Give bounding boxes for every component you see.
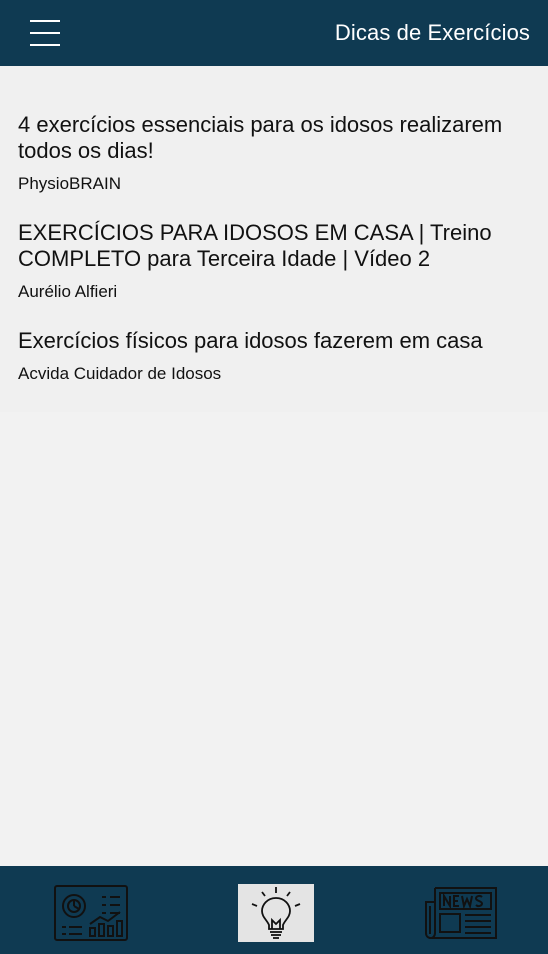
list-item[interactable]: EXERCÍCIOS PARA IDOSOS EM CASA | Treino … <box>18 220 548 302</box>
lightbulb-icon <box>251 887 301 939</box>
video-list: 4 exercícios essenciais para os idosos r… <box>0 66 548 412</box>
item-author: Aurélio Alfieri <box>18 282 118 301</box>
menu-bar-middle <box>30 32 60 34</box>
main-content: 4 exercícios essenciais para os idosos r… <box>0 66 548 866</box>
item-title: 4 exercícios essenciais para os idosos r… <box>18 112 503 163</box>
nav-news-button[interactable] <box>423 884 499 942</box>
app-screen: Dicas de Exercícios 4 exercícios essenci… <box>0 0 548 954</box>
nav-dashboard-button[interactable] <box>54 884 130 942</box>
hamburger-menu-icon[interactable] <box>30 20 60 46</box>
list-item[interactable]: Exercícios físicos para idosos fazerem e… <box>18 328 548 384</box>
item-author: PhysioBRAIN <box>18 174 121 193</box>
dashboard-icon <box>54 885 128 941</box>
item-author: Acvida Cuidador de Idosos <box>18 364 222 383</box>
nav-tips-button[interactable] <box>238 884 314 942</box>
menu-bar-bottom <box>30 44 60 46</box>
page-title: Dicas de Exercícios <box>334 20 530 45</box>
bottom-navigation <box>0 866 548 954</box>
item-title: Exercícios físicos para idosos fazerem e… <box>18 328 483 353</box>
news-icon <box>425 887 497 939</box>
app-header: Dicas de Exercícios <box>0 0 548 66</box>
item-title: EXERCÍCIOS PARA IDOSOS EM CASA | Treino … <box>18 220 492 271</box>
list-item[interactable]: 4 exercícios essenciais para os idosos r… <box>18 112 548 194</box>
menu-bar-top <box>30 20 60 22</box>
